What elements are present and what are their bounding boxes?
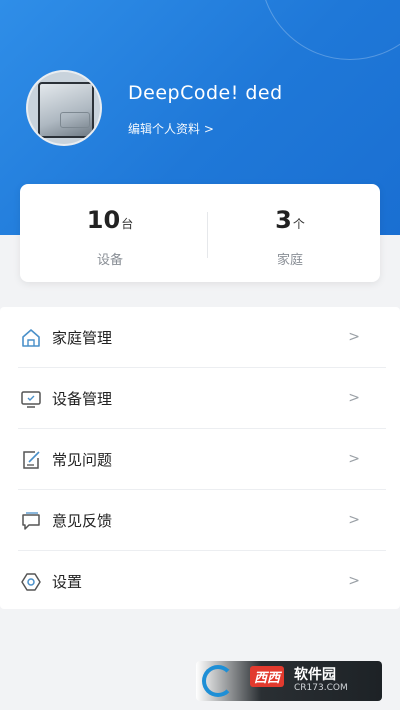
watermark-logo: 西西 软件园 CR173.COM [196, 661, 382, 701]
monitor-icon [21, 391, 41, 408]
stat-devices-value: 10 [86, 206, 121, 234]
stat-devices-label: 设备 [96, 253, 123, 268]
menu-item-device-management[interactable]: 设备管理 > [0, 368, 400, 429]
menu-label: 常见问题 [52, 451, 113, 469]
watermark-logo-icon [202, 665, 234, 697]
chevron-right-icon: > [348, 329, 360, 345]
menu-label: 设备管理 [52, 390, 113, 408]
stat-families-label: 家庭 [276, 253, 303, 268]
stat-families-value: 3 [275, 206, 292, 234]
menu-item-feedback[interactable]: 意见反馈 > [0, 490, 400, 551]
settings-hexagon-icon [21, 573, 41, 591]
watermark-title: 软件园 [294, 667, 336, 683]
chat-bubble-icon [22, 512, 40, 530]
chevron-right-icon: > [348, 390, 360, 406]
stat-families-unit: 个 [292, 217, 305, 231]
username: DeepCode! ded [128, 82, 283, 104]
menu-label: 意见反馈 [52, 512, 113, 530]
header-decoration [260, 0, 400, 60]
menu-label: 设置 [52, 573, 83, 591]
stat-families[interactable]: 3个 家庭 [200, 184, 380, 282]
watermark-badge: 西西 [250, 666, 285, 687]
edit-note-icon [23, 451, 40, 469]
chevron-right-icon: > [348, 451, 360, 467]
menu-item-family-management[interactable]: 家庭管理 > [0, 307, 400, 368]
edit-profile-link[interactable]: 编辑个人资料 > [128, 120, 214, 137]
stat-devices[interactable]: 10台 设备 [20, 184, 200, 282]
stats-card: 10台 设备 3个 家庭 [20, 184, 380, 282]
home-icon [22, 329, 40, 347]
chevron-right-icon: > [348, 512, 360, 528]
menu-label: 家庭管理 [52, 329, 113, 347]
avatar[interactable] [26, 70, 102, 146]
menu-item-settings[interactable]: 设置 > [0, 551, 400, 612]
avatar-image [38, 82, 94, 138]
menu-list: 家庭管理 > 设备管理 > 常见问题 > 意见反馈 > 设置 > [0, 307, 400, 609]
chevron-right-icon: > [348, 573, 360, 589]
watermark-subtitle: CR173.COM [294, 683, 348, 693]
stat-devices-unit: 台 [121, 217, 134, 231]
menu-item-faq[interactable]: 常见问题 > [0, 429, 400, 490]
